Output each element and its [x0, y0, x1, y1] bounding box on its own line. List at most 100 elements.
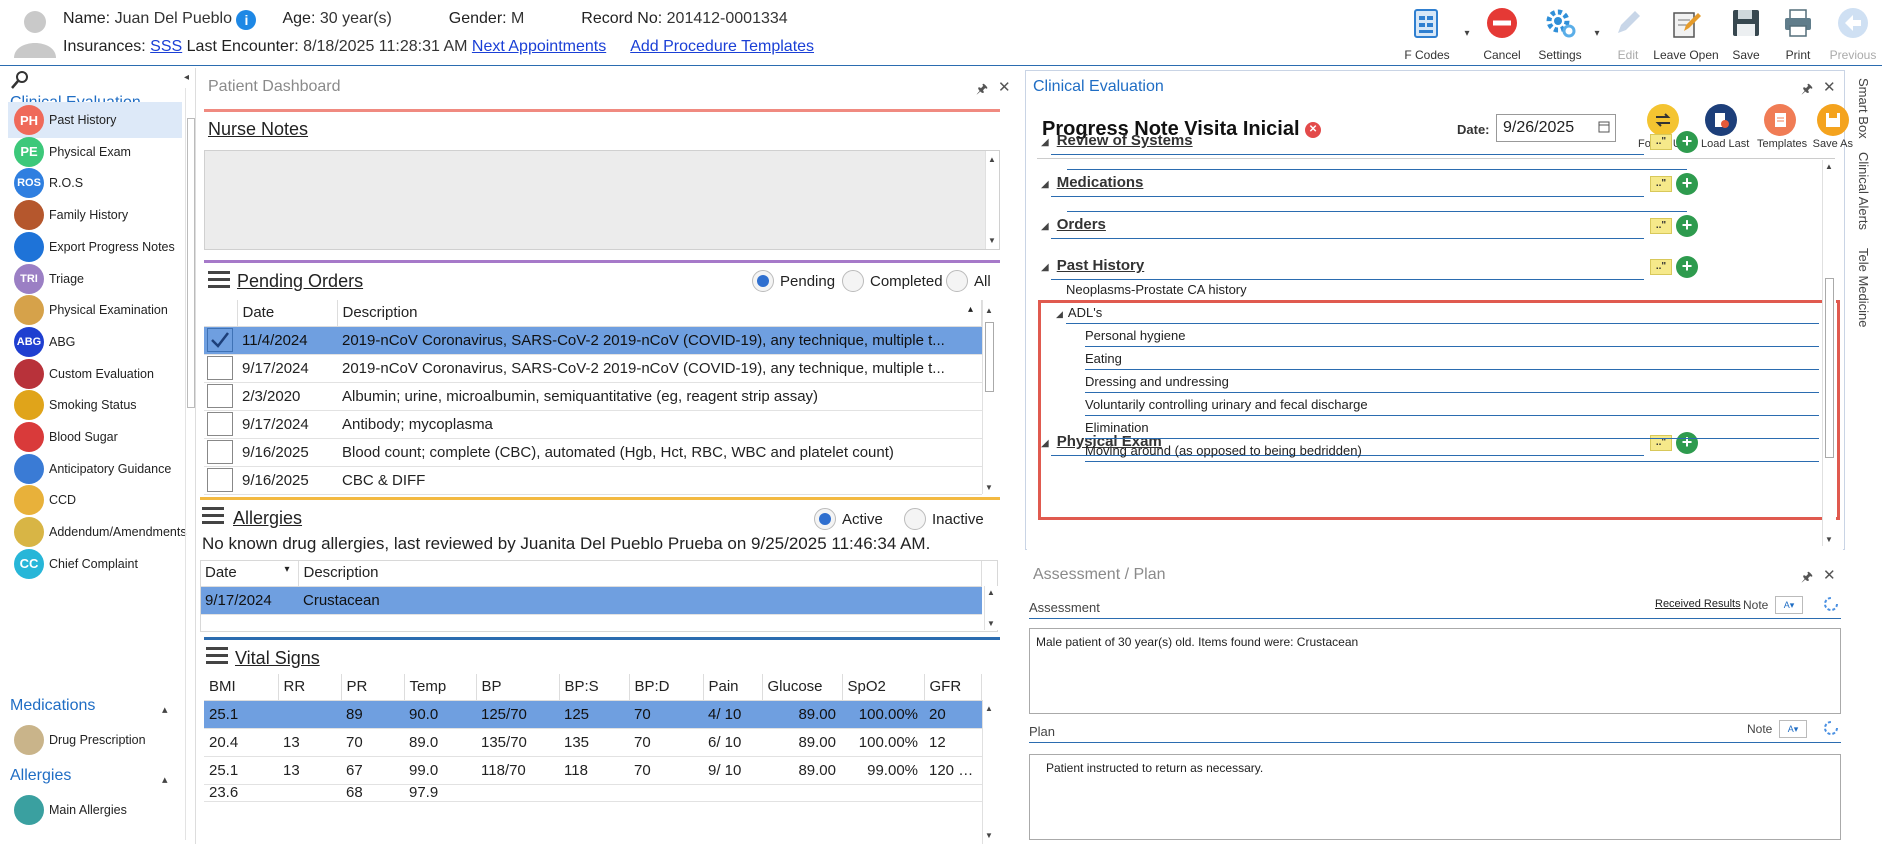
allergies-scrollbar[interactable]: ▲ ▼	[984, 586, 998, 630]
pending-orders-menu-icon[interactable]	[208, 271, 230, 289]
filter-active-radio[interactable]: Active	[814, 508, 883, 530]
sidebar-item[interactable]: Anticipatory Guidance	[8, 451, 182, 487]
past-history-item[interactable]: Eating	[1085, 351, 1122, 366]
row-checkbox[interactable]	[207, 468, 233, 492]
column-header[interactable]: PR	[341, 674, 405, 701]
assessment-textbox[interactable]: Male patient of 30 year(s) old. Items fo…	[1029, 628, 1841, 714]
close-icon[interactable]: ✕	[1823, 566, 1836, 584]
expand-caret-icon[interactable]: ◢	[1041, 137, 1049, 148]
save-as-button[interactable]	[1817, 104, 1849, 136]
column-header[interactable]: Temp	[404, 674, 477, 701]
column-header[interactable]: RR	[278, 674, 342, 701]
cancel-button[interactable]: Cancel	[1474, 0, 1530, 66]
past-history-item[interactable]: Personal hygiene	[1085, 328, 1185, 343]
note-date-field[interactable]: 9/26/2025	[1496, 114, 1616, 142]
column-header-description[interactable]: Description	[298, 560, 982, 587]
templates-button[interactable]	[1764, 104, 1796, 136]
expand-caret-icon[interactable]: ◢	[1041, 221, 1049, 232]
past-history-item[interactable]: ◢ ADL's	[1056, 305, 1102, 320]
row-checkbox[interactable]	[207, 384, 233, 408]
settings-dropdown-caret[interactable]: ▾	[1590, 0, 1604, 66]
table-row[interactable]: 9/16/2025 CBC & DIFF	[204, 466, 982, 495]
column-header-date[interactable]: Date ▾	[200, 560, 299, 587]
nurse-notes-textarea[interactable]: ▲ ▼	[204, 150, 1000, 250]
expand-caret-icon[interactable]: ◢	[1041, 262, 1049, 273]
row-checkbox[interactable]	[207, 412, 233, 436]
section-collapse-icon[interactable]: ▴	[162, 703, 168, 716]
pin-icon[interactable]: 🖈	[1801, 80, 1813, 102]
filter-completed-radio[interactable]: Completed	[842, 270, 943, 292]
nav-scrollbar[interactable]	[185, 88, 195, 840]
add-item-button[interactable]: +	[1676, 173, 1698, 195]
nav-scroll-thumb[interactable]	[187, 118, 195, 408]
sidebar-item[interactable]: Export Progress Notes	[8, 229, 182, 265]
column-header[interactable]: GFR	[924, 674, 982, 701]
row-checkbox[interactable]	[207, 356, 233, 380]
clinical-tree-scroll-thumb[interactable]	[1825, 278, 1834, 458]
sidebar-item[interactable]: Smoking Status	[8, 387, 182, 423]
filter-pending-radio[interactable]: Pending	[752, 270, 835, 292]
past-history-item[interactable]: Dressing and undressing	[1085, 374, 1229, 389]
past-history-item[interactable]: Voluntarily controlling urinary and feca…	[1085, 397, 1368, 412]
sidebar-item[interactable]: Blood Sugar	[8, 419, 182, 455]
add-item-button[interactable]: +	[1676, 131, 1698, 153]
calendar-icon[interactable]	[1598, 120, 1610, 138]
nav-section-medications[interactable]: Medications	[10, 697, 95, 715]
sidebar-item[interactable]: Family History	[8, 197, 182, 233]
table-row[interactable]: 20.4 13 70 89.0 135/70 135 70 6/ 10 89.00 100.00%…	[204, 728, 982, 757]
tree-section[interactable]: ◢ Orders	[1041, 216, 1106, 234]
column-header[interactable]: BP	[476, 674, 560, 701]
tab-clinical-alerts[interactable]: Clinical Alerts	[1856, 152, 1871, 230]
tab-smart-box[interactable]: Smart Box	[1856, 78, 1871, 139]
sidebar-item[interactable]: Custom Evaluation	[8, 356, 182, 392]
column-header[interactable]: BP:S	[559, 674, 630, 701]
table-row[interactable]: 25.1 89 90.0 125/70 125 70 4/ 10 89.00 100.00% 20	[204, 700, 982, 729]
filter-inactive-radio[interactable]: Inactive	[904, 508, 984, 530]
tab-tele-medicine[interactable]: Tele Medicine	[1856, 248, 1871, 328]
clinical-tree-scrollbar[interactable]: ▲ ▼	[1822, 160, 1836, 546]
sidebar-item[interactable]: Main Allergies	[8, 792, 182, 828]
remove-note-icon[interactable]: ✕	[1305, 121, 1322, 138]
tree-section[interactable]: ◢ Medications	[1041, 174, 1143, 192]
tree-section[interactable]: ◢ Past History	[1041, 257, 1144, 275]
plan-textbox[interactable]: Patient instructed to return as necessar…	[1029, 754, 1841, 840]
sidebar-item[interactable]: ABG ABG	[8, 324, 182, 360]
column-header[interactable]: BP:D	[629, 674, 704, 701]
quote-button[interactable]: .."	[1650, 134, 1672, 150]
add-item-button[interactable]: +	[1676, 432, 1698, 454]
refresh-icon[interactable]	[1821, 594, 1841, 617]
assessment-format-dropdown[interactable]: A▾	[1775, 596, 1803, 614]
table-row[interactable]: 9/17/2024 Crustacean	[200, 586, 982, 615]
table-row[interactable]: 25.1 13 67 99.0 118/70 118 70 9/ 10 89.00 99.00% 1…	[204, 756, 982, 785]
fcodes-dropdown-caret[interactable]: ▾	[1460, 0, 1474, 66]
pin-icon[interactable]: 🖈	[1801, 568, 1813, 590]
past-history-item[interactable]: Neoplasms-Prostate CA history	[1066, 282, 1247, 297]
collapse-nav-icon[interactable]: ◂	[184, 72, 189, 83]
pending-orders-scroll-thumb[interactable]	[985, 322, 994, 392]
column-header[interactable]: SpO2	[842, 674, 925, 701]
pin-icon[interactable]: 🖈	[976, 80, 988, 102]
expand-caret-icon[interactable]: ◢	[1041, 179, 1049, 190]
row-checkbox[interactable]	[207, 328, 233, 352]
print-button[interactable]: Print	[1772, 0, 1824, 66]
add-procedure-templates-link[interactable]: Add Procedure Templates	[630, 38, 814, 55]
add-item-button[interactable]: +	[1676, 256, 1698, 278]
table-row[interactable]: 9/17/2024 2019-nCoV Coronavirus, SARS-CoV…	[204, 354, 982, 383]
table-row[interactable]: 11/4/2024 2019-nCoV Coronavirus, SARS-CoV…	[204, 326, 982, 355]
sidebar-item[interactable]: TRI Triage	[8, 261, 182, 297]
column-header-description[interactable]: Description ▴	[337, 300, 982, 327]
save-button[interactable]: Save	[1720, 0, 1772, 66]
tree-section[interactable]: ◢ Review of Systems	[1041, 132, 1193, 150]
load-last-button[interactable]	[1705, 104, 1737, 136]
settings-button[interactable]: Settings	[1530, 0, 1590, 66]
table-row[interactable]: 9/17/2024 Antibody; mycoplasma	[204, 410, 982, 439]
sidebar-item[interactable]: Drug Prescription	[8, 722, 182, 758]
quote-button[interactable]: .."	[1650, 259, 1672, 275]
close-icon[interactable]: ✕	[998, 78, 1011, 96]
sidebar-item[interactable]: ROS R.O.S	[8, 165, 182, 201]
expand-caret-icon[interactable]: ◢	[1041, 438, 1049, 449]
sidebar-item[interactable]: PH Past History	[8, 102, 182, 138]
pending-orders-scrollbar[interactable]: ▲ ▼	[982, 300, 996, 494]
sidebar-item[interactable]: Physical Examination	[8, 292, 182, 328]
vital-signs-scrollbar[interactable]: ▲ ▼	[982, 700, 996, 844]
